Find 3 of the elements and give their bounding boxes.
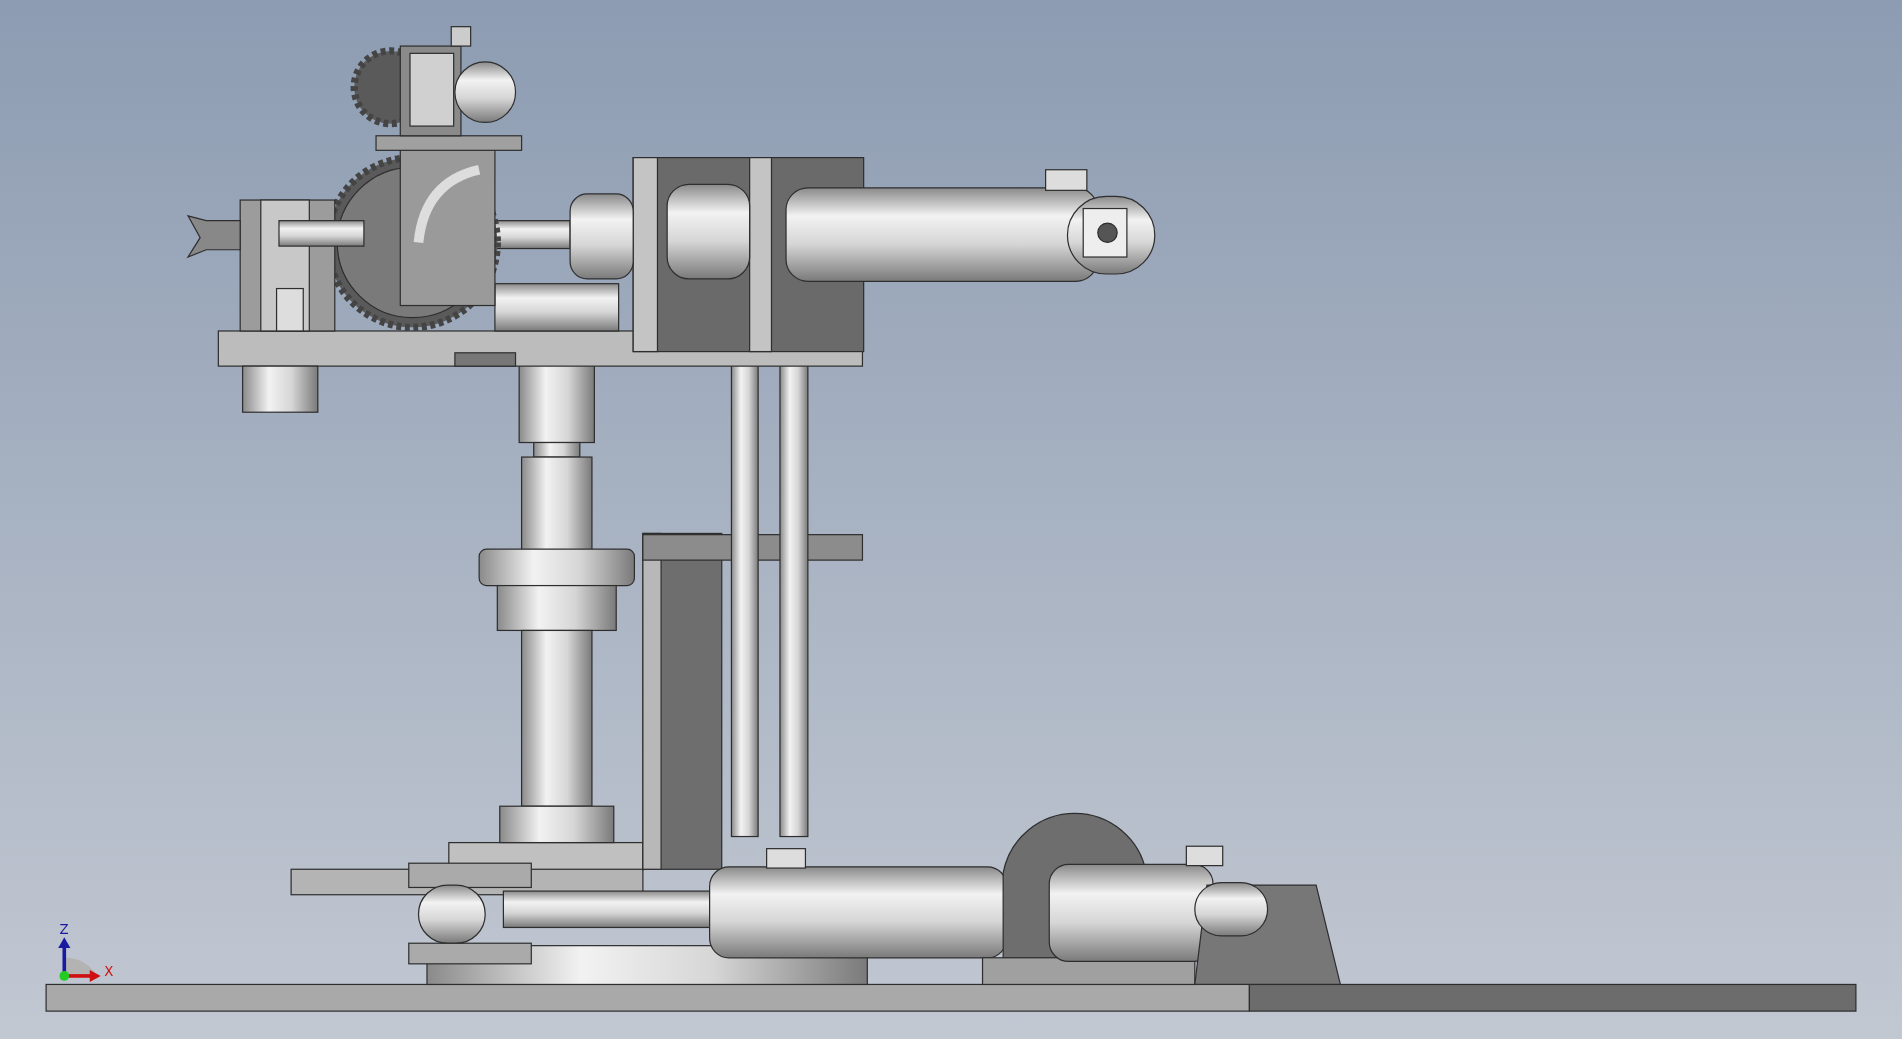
z-axis-label: Z: [59, 921, 69, 937]
x-axis-label: X: [104, 963, 114, 979]
axis-triad-icon: [58, 937, 101, 982]
